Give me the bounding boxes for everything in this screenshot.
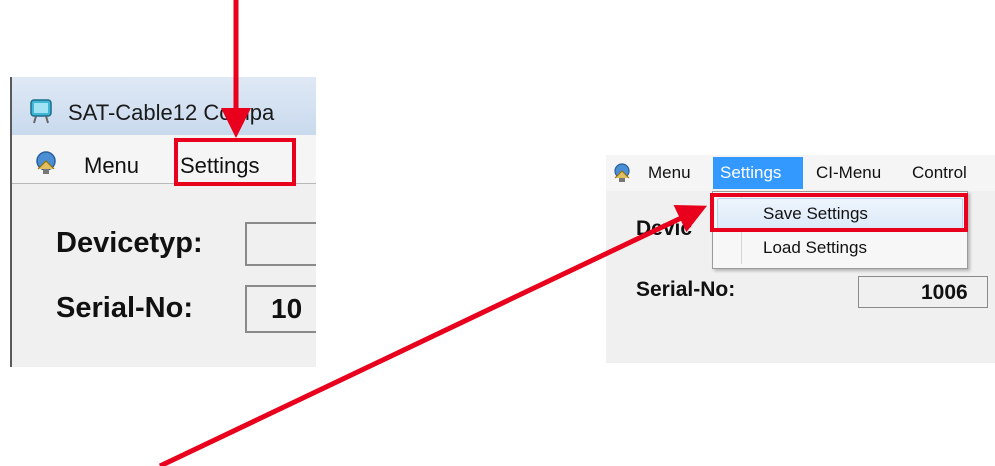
annotation-arrows	[158, 0, 708, 466]
arrow-to-save-settings	[158, 205, 708, 466]
